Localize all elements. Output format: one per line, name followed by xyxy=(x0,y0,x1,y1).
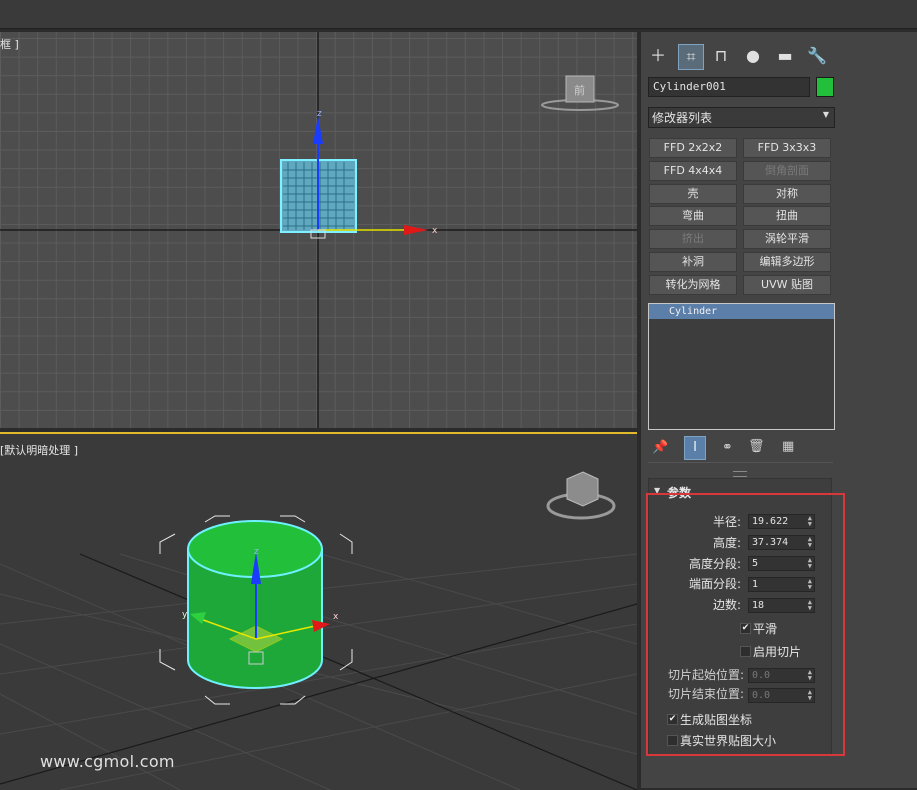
modifier-stack[interactable]: Cylinder xyxy=(648,303,835,430)
x-axis-arrow-icon xyxy=(404,225,428,235)
modifier-button[interactable]: 弯曲 xyxy=(649,206,737,227)
create-tab-plus-icon[interactable]: ＋ xyxy=(646,44,670,68)
top-axis-z-label: z xyxy=(317,109,322,119)
top-viewport-scene: z x 前 xyxy=(0,32,637,428)
top-axis-x-label: x xyxy=(432,226,438,236)
modifier-button[interactable]: 补洞 xyxy=(649,252,737,272)
modifier-button[interactable]: 壳 xyxy=(649,183,737,204)
modifier-button[interactable]: 编辑多边形 xyxy=(743,252,831,272)
utilities-tab-wrench-icon[interactable]: 🔧 xyxy=(805,44,829,68)
perspective-scene: z x y xyxy=(0,471,637,790)
motion-tab-icon[interactable]: ● xyxy=(741,44,765,68)
configure-sets-icon[interactable]: ▦ xyxy=(782,439,794,454)
panel-drag-handle[interactable] xyxy=(733,471,747,477)
main-toolbar xyxy=(0,0,917,29)
persp-axis-y-label: y xyxy=(182,610,188,620)
highlight-box xyxy=(646,493,845,756)
modifier-button[interactable]: FFD 2x2x2 xyxy=(649,138,737,158)
modifier-button[interactable]: 涡轮平滑 xyxy=(743,229,831,250)
modifier-button[interactable]: 对称 xyxy=(743,183,831,204)
perspective-viewport[interactable]: z x y [默认明暗处理 ] xyxy=(0,432,637,790)
modifier-list-dropdown[interactable]: 修改器列表 ▼ xyxy=(648,107,835,128)
modifier-button[interactable]: 扭曲 xyxy=(743,206,831,227)
modify-tab-icon[interactable]: ⌗ xyxy=(678,44,704,70)
modifier-button[interactable]: UVW 贴图 xyxy=(743,274,831,295)
modifier-button[interactable]: FFD 3x3x3 xyxy=(743,138,831,158)
display-tab-icon[interactable]: ▬ xyxy=(773,44,797,68)
stack-item[interactable]: Cylinder xyxy=(649,304,834,319)
modifier-buttons-group: FFD 2x2x2 FFD 3x3x3 FFD 4x4x4 倒角剖面壳对称 弯曲 扭曲 挤出… xyxy=(649,138,833,298)
z-axis-arrow-icon xyxy=(313,116,323,144)
remove-modifier-trash-icon[interactable]: 🗑 xyxy=(748,439,765,454)
chevron-down-icon: ▼ xyxy=(822,110,829,119)
divider xyxy=(648,462,833,463)
make-unique-icon[interactable]: ⚭ xyxy=(722,440,733,455)
modifier-button[interactable]: 倒角剖面 xyxy=(743,160,831,181)
watermark: www.cgmol.com xyxy=(40,752,175,771)
persp-axis-z-label: z xyxy=(254,547,259,557)
object-name-field[interactable]: Cylinder001 xyxy=(648,77,810,97)
modifier-button[interactable]: 转化为网格 xyxy=(649,274,737,295)
hierarchy-tab-icon[interactable]: ⊓ xyxy=(709,44,733,68)
modifier-button[interactable]: 挤出 xyxy=(649,229,737,250)
persp-axis-x-label: x xyxy=(333,612,339,622)
view-cube-label: 前 xyxy=(574,83,585,97)
persp-view-cube-icon xyxy=(566,471,599,507)
object-color-swatch[interactable] xyxy=(816,77,834,97)
pin-stack-icon[interactable]: 📌 xyxy=(652,440,668,455)
top-viewport[interactable]: 框 ] z x 前 xyxy=(0,32,637,428)
persp-viewport-label[interactable]: [默认明暗处理 ] xyxy=(0,442,78,458)
show-end-result-icon[interactable]: Ⅰ xyxy=(684,436,706,460)
modifier-list-label: 修改器列表 xyxy=(652,111,713,125)
modifier-button[interactable]: FFD 4x4x4 xyxy=(649,160,737,181)
